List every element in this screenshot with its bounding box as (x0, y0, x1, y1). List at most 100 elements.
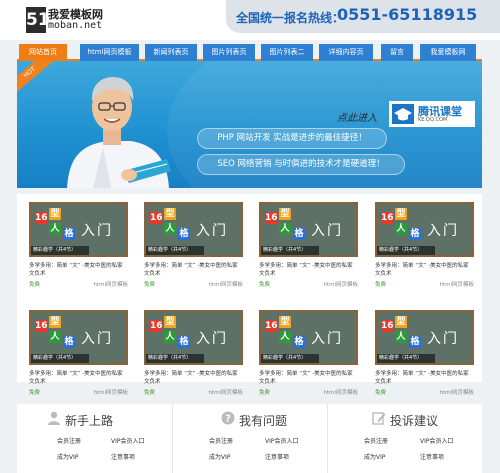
thumbnail-heading: 入门 (81, 331, 113, 347)
course-thumbnail[interactable]: 16 型人格入门 精彩趣学（共4节） (144, 202, 243, 257)
site-logo[interactable]: 51 我爱模板网 moban.net (26, 6, 106, 34)
course-source: html网页模板 (208, 282, 243, 288)
course-thumbnail[interactable]: 16 型人格入门 精彩趣学（共4节） (375, 310, 474, 365)
thumbnail-heading: 入门 (311, 331, 343, 347)
course-card[interactable]: 16 型人格入门 精彩趣学（共4节） 多学多用：简单 “文” -美女中医的私家文负术免… (257, 198, 360, 288)
footer-link-vip-entry[interactable]: VIP会员入口 (420, 436, 454, 445)
course-title[interactable]: 多学多用：简单 “文” -美女中医的私家文负术 (144, 262, 243, 278)
tile-number: 16 (150, 212, 163, 224)
nav-item-news-list[interactable]: 新闻列表页 (145, 44, 197, 61)
course-card[interactable]: 16 型人格入门 精彩趣学（共4节） 多学多用：简单 “文” -美女中医的私家文负术免… (142, 306, 245, 396)
footer-link-register[interactable]: 会员注册 (364, 436, 388, 445)
thumbnail-heading: 入门 (81, 223, 113, 239)
footer-link-notes[interactable]: 注意事项 (420, 452, 444, 461)
course-title[interactable]: 多学多用：简单 “文” -美女中医的私家文负术 (375, 370, 474, 386)
course-grid: 16 型人格入门 精彩趣学（共4节） 多学多用：简单 “文” -美女中医的私家文负术免… (17, 194, 482, 396)
course-title[interactable]: 多学多用：简单 “文” -美女中医的私家文负术 (259, 262, 358, 278)
nav-item-image-list[interactable]: 图片列表页 (203, 44, 255, 61)
tile-type: 型 (279, 316, 291, 328)
teacher-photo (67, 77, 171, 188)
course-card[interactable]: 16 型人格入门 精彩趣学（共4节） 多学多用：简单 “文” -美女中医的私家文负术免… (373, 306, 476, 396)
nav-item-guestbook[interactable]: 留言 (381, 44, 413, 61)
tile-person: 人 (395, 331, 407, 343)
tile-character: 格 (409, 336, 421, 348)
footer-link-become-vip[interactable]: 成为VIP (364, 452, 386, 461)
thumbnail-caption: 精彩趣学（共4节） (377, 354, 435, 363)
thumbnail-caption: 精彩趣学（共4节） (261, 246, 319, 255)
course-source: html网页模板 (93, 390, 128, 396)
price-free-label: 免费 (29, 390, 41, 396)
footer-link-become-vip[interactable]: 成为VIP (209, 452, 231, 461)
tile-person: 人 (164, 331, 176, 343)
tile-number: 16 (265, 320, 278, 332)
price-free-label: 免费 (375, 282, 387, 288)
thumbnail-heading: 入门 (427, 223, 459, 239)
tile-character: 格 (409, 228, 421, 240)
footer-link-register[interactable]: 会员注册 (209, 436, 233, 445)
tile-type: 型 (395, 208, 407, 220)
course-thumbnail[interactable]: 16 型人格入门 精彩趣学（共4节） (259, 202, 358, 257)
enter-link-text[interactable]: 点此进入 (337, 109, 377, 124)
footer-link-notes[interactable]: 注意事项 (265, 452, 289, 461)
course-source: html网页模板 (208, 390, 243, 396)
course-card[interactable]: 16 型人格入门 精彩趣学（共4节） 多学多用：简单 “文” -美女中医的私家文负术免… (27, 306, 130, 396)
thumbnail-caption: 精彩趣学（共4节） (146, 246, 204, 255)
tencent-classroom-logo[interactable]: 腾讯课堂 KE.QQ.COM (389, 101, 475, 127)
course-thumbnail[interactable]: 16 型人格入门 精彩趣学（共4节） (29, 310, 128, 365)
tile-character: 格 (293, 336, 305, 348)
main-nav: 网站首页 html网页模板 新闻列表页 图片列表页 图片列表二 详细内容页 留言… (17, 42, 482, 61)
course-title[interactable]: 多学多用：简单 “文” -美女中医的私家文负术 (144, 370, 243, 386)
footer-link-vip-entry[interactable]: VIP会员入口 (111, 436, 145, 445)
course-thumbnail[interactable]: 16 型人格入门 精彩趣学（共4节） (144, 310, 243, 365)
thumbnail-caption: 精彩趣学（共4节） (146, 354, 204, 363)
thumbnail-caption: 精彩趣学（共4节） (261, 354, 319, 363)
tile-character: 格 (178, 228, 190, 240)
course-thumbnail[interactable]: 16 型人格入门 精彩趣学（共4节） (259, 310, 358, 365)
footer-link-become-vip[interactable]: 成为VIP (57, 452, 79, 461)
course-card[interactable]: 16 型人格入门 精彩趣学（共4节） 多学多用：简单 “文” -美女中医的私家文负术免… (27, 198, 130, 288)
footer-link-vip-entry[interactable]: VIP会员入口 (265, 436, 299, 445)
course-title[interactable]: 多学多用：简单 “文” -美女中医的私家文负术 (29, 370, 128, 386)
course-title[interactable]: 多学多用：简单 “文” -美女中医的私家文负术 (29, 262, 128, 278)
course-card[interactable]: 16 型人格入门 精彩趣学（共4节） 多学多用：简单 “文” -美女中医的私家文负术免… (373, 198, 476, 288)
question-icon: ? (221, 411, 235, 425)
tile-type: 型 (49, 208, 61, 220)
footer-col-newbie: 新手上路 会员注册 VIP会员入口 成为VIP 注意事项 (17, 404, 172, 473)
tile-number: 16 (265, 212, 278, 224)
course-card[interactable]: 16 型人格入门 精彩趣学（共4节） 多学多用：简单 “文” -美女中医的私家文负术免… (142, 198, 245, 288)
banner-slogan-seo: SEO 网络营销 与时俱进的技术才是硬道理！ (197, 154, 405, 175)
tile-person: 人 (49, 223, 61, 235)
price-free-label: 免费 (29, 282, 41, 288)
thumbnail-heading: 入门 (196, 223, 228, 239)
brand-url: KE.QQ.COM (418, 117, 448, 123)
nav-item-home[interactable]: 网站首页 (19, 44, 67, 61)
tile-type: 型 (279, 208, 291, 220)
course-source: html网页模板 (439, 282, 474, 288)
tile-person: 人 (164, 223, 176, 235)
price-free-label: 免费 (259, 390, 271, 396)
course-card[interactable]: 16 型人格入门 精彩趣学（共4节） 多学多用：简单 “文” -美女中医的私家文负术免… (257, 306, 360, 396)
footer-col-title: 新手上路 (65, 414, 114, 428)
nav-item-detail[interactable]: 详细内容页 (319, 44, 373, 61)
nav-item-html-templates[interactable]: html网页模板 (80, 44, 139, 61)
tile-person: 人 (279, 223, 291, 235)
course-thumbnail[interactable]: 16 型人格入门 精彩趣学（共4节） (375, 202, 474, 257)
tile-number: 16 (381, 212, 394, 224)
course-source: html网页模板 (93, 282, 128, 288)
course-source: html网页模板 (323, 282, 358, 288)
course-title[interactable]: 多学多用：简单 “文” -美女中医的私家文负术 (259, 370, 358, 386)
promo-banner[interactable]: HOT 点此进入 腾讯课堂 KE.QQ.COM PHP 网站开发 实战是进步的最… (17, 61, 482, 188)
tile-character: 格 (178, 336, 190, 348)
nav-item-image-list-2[interactable]: 图片列表二 (261, 44, 313, 61)
price-free-label: 免费 (144, 390, 156, 396)
site-header: 51 我爱模板网 moban.net 全国统一报名热线： 0551-651189… (0, 0, 500, 40)
tile-number: 16 (381, 320, 394, 332)
course-title[interactable]: 多学多用：简单 “文” -美女中医的私家文负术 (375, 262, 474, 278)
nav-item-moban[interactable]: 我爱模板网 (420, 44, 476, 61)
footer-link-notes[interactable]: 注意事项 (111, 452, 135, 461)
tile-character: 格 (63, 336, 75, 348)
course-thumbnail[interactable]: 16 型人格入门 精彩趣学（共4节） (29, 202, 128, 257)
thumbnail-caption: 精彩趣学（共4节） (31, 246, 89, 255)
footer-link-register[interactable]: 会员注册 (57, 436, 81, 445)
course-source: html网页模板 (439, 390, 474, 396)
